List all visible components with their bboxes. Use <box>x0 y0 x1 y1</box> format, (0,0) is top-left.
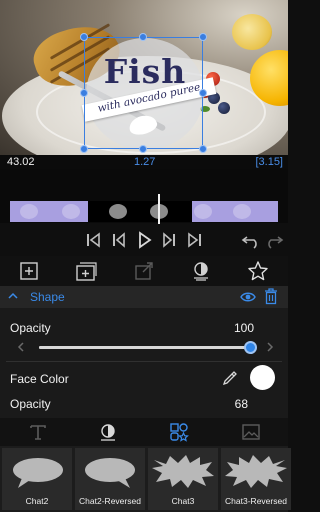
opacity-value: 100 <box>233 321 254 335</box>
resize-handle[interactable] <box>199 145 207 153</box>
face-opacity-label: Opacity <box>10 397 51 411</box>
shape-item-label: Chat3 <box>171 496 195 506</box>
face-opacity-value: 68 <box>234 397 248 411</box>
time-readout: 43.02 1.27 [3.15] <box>0 155 288 169</box>
clip-thumbnail <box>62 204 80 219</box>
transport-controls <box>0 226 288 254</box>
berry <box>218 102 230 114</box>
face-color-swatch[interactable] <box>250 365 275 390</box>
text-icon[interactable] <box>28 422 48 442</box>
undo-icon[interactable] <box>239 228 263 252</box>
skip-to-start-icon[interactable] <box>81 228 105 252</box>
resize-handle[interactable] <box>139 145 147 153</box>
increase-arrow-icon[interactable] <box>265 340 275 354</box>
duration: [3.15] <box>255 156 283 168</box>
resize-handle[interactable] <box>199 89 207 97</box>
clip-thumbnail <box>109 204 127 219</box>
shape-item-chat2[interactable]: Chat2 <box>2 448 72 510</box>
opacity-slider[interactable] <box>39 346 251 349</box>
shape-item-label: Chat3-Reversed <box>225 496 287 506</box>
background-fruit <box>232 14 272 50</box>
export-icon[interactable] <box>133 260 155 282</box>
clip-strip-selected[interactable] <box>88 201 192 222</box>
eyedropper-icon[interactable] <box>222 370 238 386</box>
shape-panel-header[interactable]: Shape <box>0 286 288 308</box>
color-icon[interactable] <box>98 422 118 442</box>
selection-box[interactable] <box>84 37 203 149</box>
shapes-icon[interactable] <box>169 422 189 442</box>
delete-trash-icon[interactable] <box>264 288 278 305</box>
step-back-icon[interactable] <box>106 228 130 252</box>
face-color-label: Face Color <box>10 372 69 386</box>
mask-icon[interactable] <box>190 260 212 282</box>
redo-icon[interactable] <box>262 228 286 252</box>
current-time: 43.02 <box>7 156 35 168</box>
shape-item-label: Chat2-Reversed <box>79 496 141 506</box>
shape-item-chat3-reversed[interactable]: Chat3-Reversed <box>221 448 291 510</box>
add-media-icon[interactable] <box>75 260 97 282</box>
timeline-track[interactable] <box>0 169 288 224</box>
playhead[interactable] <box>158 194 160 224</box>
clip-thumbnail <box>20 204 38 219</box>
image-icon[interactable] <box>241 422 261 442</box>
resize-handle[interactable] <box>80 89 88 97</box>
video-preview[interactable]: Fish with avocado puree <box>0 0 288 155</box>
clip-time: 1.27 <box>134 156 156 168</box>
shape-panel-title: Shape <box>30 290 65 304</box>
shape-item-label: Chat2 <box>25 496 49 506</box>
shape-gallery: Chat2 Chat2-Reversed Chat3 Chat3-Reverse… <box>0 446 291 512</box>
resize-handle[interactable] <box>80 145 88 153</box>
asset-category-tabs <box>0 418 288 446</box>
decrease-arrow-icon[interactable] <box>16 340 26 354</box>
collapse-chevron-icon[interactable] <box>8 289 18 303</box>
play-icon[interactable] <box>132 228 156 252</box>
step-forward-icon[interactable] <box>158 228 182 252</box>
resize-handle[interactable] <box>199 33 207 41</box>
resize-handle[interactable] <box>80 33 88 41</box>
add-layer-icon[interactable] <box>18 260 40 282</box>
visibility-eye-icon[interactable] <box>240 289 256 305</box>
opacity-label: Opacity <box>10 321 51 335</box>
shape-item-chat2-reversed[interactable]: Chat2-Reversed <box>75 448 145 510</box>
divider <box>6 361 282 362</box>
shape-item-chat3[interactable]: Chat3 <box>148 448 218 510</box>
skip-to-end-icon[interactable] <box>183 228 207 252</box>
clip-thumbnail <box>194 204 212 219</box>
favorite-star-icon[interactable] <box>247 260 269 282</box>
opacity-slider-knob[interactable] <box>244 341 257 354</box>
resize-handle[interactable] <box>139 33 147 41</box>
clip-thumbnail <box>233 204 251 219</box>
layer-toolbar <box>0 256 288 286</box>
opacity-slider-fill <box>39 346 251 349</box>
